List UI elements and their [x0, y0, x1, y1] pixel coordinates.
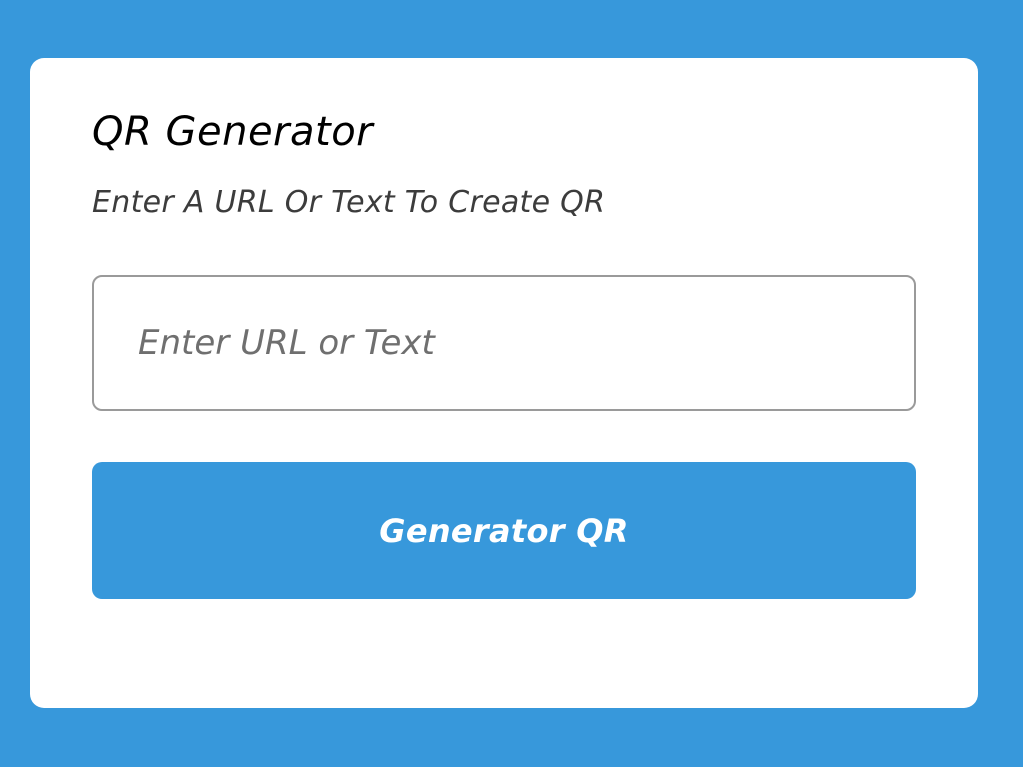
page-subtitle: Enter A URL Or Text To Create QR — [92, 185, 606, 220]
page-title: QR Generator — [92, 109, 374, 155]
url-text-input[interactable] — [92, 275, 916, 411]
generate-qr-button[interactable]: Generator QR — [92, 462, 916, 599]
qr-generator-card: QR Generator Enter A URL Or Text To Crea… — [30, 58, 978, 708]
